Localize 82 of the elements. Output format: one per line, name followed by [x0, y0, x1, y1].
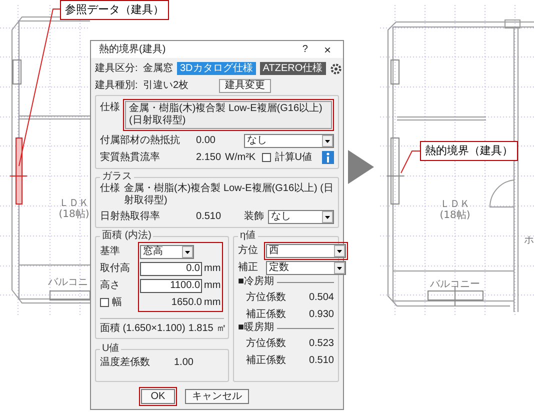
- field-value: 1.00: [174, 356, 194, 368]
- field-label: 仕様: [100, 183, 120, 195]
- field-label: 装飾: [244, 210, 264, 222]
- spec-tab[interactable]: ATZERO仕様: [260, 62, 326, 75]
- field-label: 補正係数: [246, 354, 287, 366]
- caret-icon: [322, 210, 333, 222]
- field-label: 基準: [100, 246, 120, 258]
- unit-label: mm: [204, 280, 221, 292]
- input-field[interactable]: 0.0: [140, 262, 202, 276]
- room-label: ホ: [524, 235, 534, 246]
- field-value: 0.930: [308, 308, 334, 320]
- room-label: ＬＤＫ: [440, 199, 470, 210]
- info-icon[interactable]: [322, 151, 334, 164]
- field-value: 0.523: [308, 338, 334, 350]
- group-title: ガラス: [101, 171, 133, 182]
- field-label: 仕様: [100, 100, 120, 114]
- field-label: 建具種別:: [95, 80, 139, 92]
- ok-button[interactable]: OK: [141, 389, 175, 404]
- unit-label: W/m²K: [225, 152, 257, 164]
- dropdown[interactable]: 西: [266, 244, 346, 258]
- field-label: 温度差係数: [100, 356, 151, 368]
- help-button[interactable]: ?: [298, 44, 312, 56]
- checkbox[interactable]: [100, 298, 109, 307]
- callout-label: 熱的境界（建具）: [420, 141, 518, 161]
- field-value: 1.815: [188, 323, 214, 335]
- field-label: 日射熱取得率: [100, 210, 161, 222]
- field-label: 取付高: [100, 262, 130, 274]
- checkbox-label: 計算U値: [274, 152, 312, 164]
- unit-label: mm: [204, 262, 221, 274]
- field-label: 建具区分:: [95, 62, 139, 74]
- checkbox[interactable]: [262, 153, 271, 162]
- input-field[interactable]: 1100.0: [140, 278, 202, 292]
- field-label: 付属部材の熱抵抗: [100, 134, 181, 146]
- spec-tab[interactable]: 3Dカタログ仕様: [177, 62, 256, 75]
- field-label: 補正係数: [246, 308, 287, 320]
- dropdown[interactable]: 窓高: [140, 244, 194, 258]
- field-value: 引違い2枚: [143, 80, 190, 92]
- field-label: 高さ: [100, 280, 120, 292]
- room-size-label: (18帖): [440, 210, 470, 221]
- field-label: 方位係数: [246, 292, 287, 304]
- close-button[interactable]: ×: [320, 44, 335, 56]
- field-value: 0.504: [308, 292, 334, 304]
- dropdown[interactable]: なし: [244, 134, 334, 148]
- change-button[interactable]: 建具変更: [219, 78, 271, 92]
- balcony-label: バルコニー: [430, 279, 480, 290]
- caret-icon: [182, 246, 193, 258]
- window-symbol: [12, 60, 22, 84]
- field-label: 実質熱貫流率: [100, 152, 161, 164]
- field-label: 幅: [112, 296, 122, 308]
- field-value: 0.00: [196, 134, 216, 146]
- window-symbol: [390, 60, 400, 84]
- dropdown[interactable]: 定数: [266, 260, 346, 274]
- room-label: ＬＤＫ: [59, 198, 89, 209]
- cancel-button[interactable]: キャンセル: [185, 389, 249, 404]
- group-title: η値: [239, 230, 257, 242]
- field-value: 1650.0: [170, 296, 202, 308]
- group-title: 面積 (内法): [101, 230, 152, 242]
- field-value: 0.510: [196, 210, 222, 222]
- window-symbol: [428, 286, 484, 306]
- field-label: 補正: [238, 262, 259, 274]
- leader-line: [400, 150, 420, 174]
- settings-icon[interactable]: [330, 62, 342, 74]
- arrow-icon: [348, 150, 374, 184]
- balcony-label: バルコニ: [48, 277, 88, 288]
- spec-button[interactable]: 金属・樹脂(木)複合製 Low-E複層(G16以上) (日射取得型): [125, 101, 332, 129]
- field-label: 方位係数: [246, 338, 287, 350]
- unit-label: ㎡: [216, 323, 226, 335]
- field-label: 面積 (1.650×1.100): [100, 323, 186, 335]
- caret-icon: [322, 134, 333, 146]
- group-title: U値: [101, 343, 120, 355]
- section-title: ■暖房期: [238, 322, 274, 334]
- dropdown[interactable]: なし: [268, 210, 334, 224]
- field-value: 金属窓: [143, 62, 173, 74]
- spec-text: 金属・樹脂(木)複合製 Low-E複層(G16以上) (日射取得型): [124, 183, 334, 207]
- window-title: 熱的境界(建具): [99, 44, 167, 56]
- field-value: 0.510: [308, 354, 334, 366]
- room-size-label: (18帖): [58, 209, 90, 220]
- field-value: 2.150: [196, 152, 222, 164]
- unit-label: mm: [204, 296, 221, 308]
- field-label: 方位: [238, 244, 259, 256]
- section-title: ■冷房期: [238, 276, 274, 288]
- callout-label: 参照データ（建具）: [60, 0, 169, 20]
